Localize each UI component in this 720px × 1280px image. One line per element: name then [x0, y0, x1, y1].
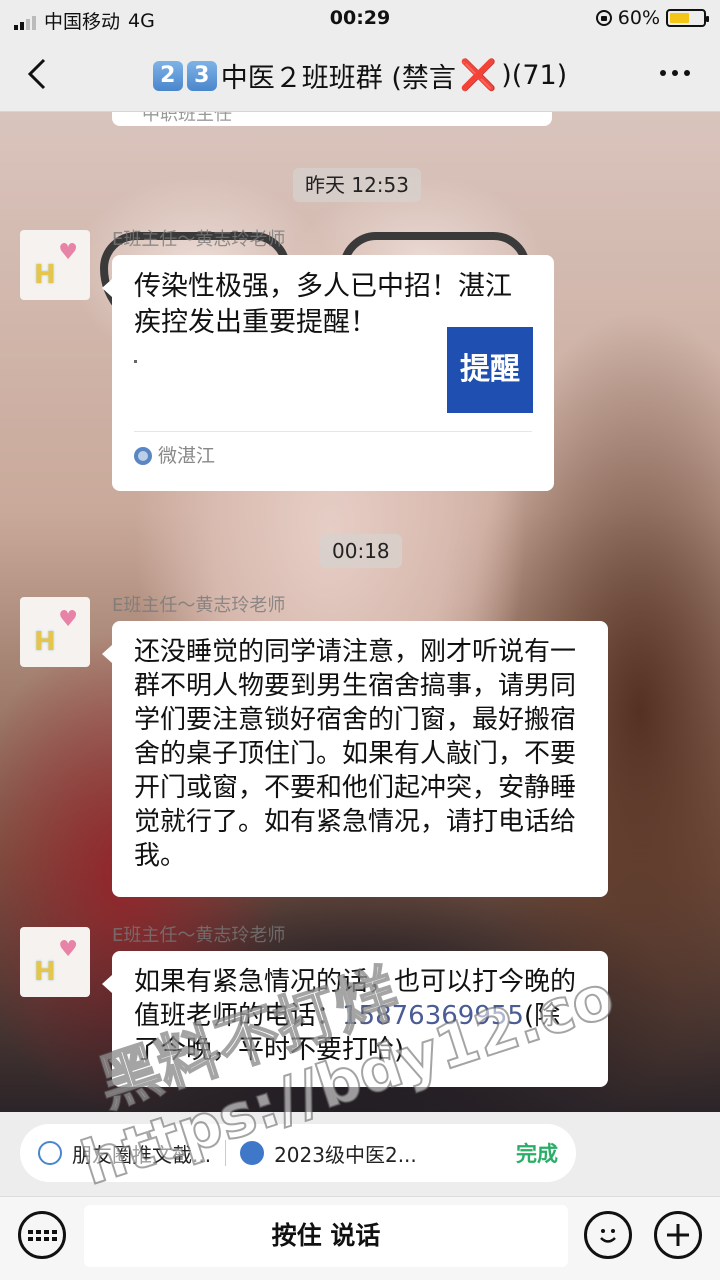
keycap-badge-2: 2	[152, 60, 183, 91]
status-bar: 中国移动 4G 00:29 60%	[0, 0, 720, 40]
timestamp-pill: 00:18	[320, 534, 402, 568]
card-divider	[134, 431, 532, 432]
battery-percent: 60%	[617, 7, 660, 29]
message-text: 还没睡觉的同学请注意，刚才听说有一群不明人物要到男生宿舍搞事，请男同学们要注意锁…	[134, 637, 577, 871]
more-functions-button[interactable]	[654, 1211, 702, 1259]
selection-bar: 朋友圈推文截... 2023级中医2... 完成	[0, 1112, 720, 1196]
back-button[interactable]	[20, 54, 60, 94]
hold-to-talk-button[interactable]: 按住 说话	[84, 1205, 568, 1267]
article-card-source: 微湛江	[134, 439, 215, 473]
done-button[interactable]: 完成	[516, 1138, 558, 1168]
keycap-badge-3: 3	[186, 60, 217, 91]
article-card-thumbnail: 提醒	[447, 327, 533, 413]
plus-icon	[667, 1224, 689, 1246]
battery-icon	[666, 9, 709, 27]
input-bar: 按住 说话	[0, 1196, 720, 1280]
sender-avatar[interactable]: ♥ H	[20, 597, 90, 667]
avatar-letter-h-icon: H	[34, 957, 56, 987]
chat-title: 2 3 中医２班班群 (禁言 ❌ )(71)	[80, 56, 640, 95]
more-options-button[interactable]	[660, 70, 690, 76]
text-message[interactable]: 如果有紧急情况的话，也可以打今晚的值班老师的电话：15876369955(除了今…	[102, 951, 608, 1087]
selected-item-label: 朋友圈推文截...	[72, 1142, 212, 1167]
selected-item-group[interactable]: 2023级中医2...	[240, 1139, 417, 1168]
keyboard-icon	[27, 1229, 57, 1241]
moments-icon	[38, 1141, 62, 1165]
emoji-button[interactable]	[584, 1211, 632, 1259]
sender-avatar[interactable]: ♥ H	[20, 230, 90, 300]
keyboard-toggle-button[interactable]	[18, 1211, 66, 1259]
smiley-icon	[600, 1229, 616, 1243]
selected-item-moments[interactable]: 朋友圈推文截...	[38, 1139, 211, 1168]
timestamp-pill: 昨天 12:53	[293, 168, 421, 202]
previous-message-clipped: 中职班主任	[112, 112, 552, 126]
heart-icon: ♥	[58, 607, 78, 632]
heart-icon: ♥	[58, 240, 78, 265]
avatar-letter-h-icon: H	[34, 260, 56, 290]
cross-mark-icon: ❌	[459, 58, 498, 93]
chevron-left-icon	[27, 58, 46, 90]
article-source-name: 微湛江	[158, 445, 216, 467]
avatar-letter-h-icon: H	[34, 627, 56, 657]
selected-item-label: 2023级中医2...	[274, 1142, 417, 1167]
source-logo-icon	[134, 447, 152, 465]
chat-member-count: )(71)	[501, 60, 568, 91]
article-card-message[interactable]: 传染性极强，多人已中招！湛江疾控发出重要提醒！ 提醒 微湛江	[102, 255, 554, 491]
more-dot-icon	[672, 70, 678, 76]
more-dot-icon	[684, 70, 690, 76]
more-dot-icon	[660, 70, 666, 76]
heart-icon: ♥	[58, 937, 78, 962]
article-card-summary-dot	[134, 360, 137, 363]
selection-pill: 朋友圈推文截... 2023级中医2... 完成	[20, 1124, 576, 1182]
group-chat-icon	[240, 1141, 265, 1165]
phone-number-link[interactable]: 15876369955	[342, 1001, 524, 1031]
sender-name: E班主任～黄志玲老师	[112, 925, 286, 946]
sender-avatar[interactable]: ♥ H	[20, 927, 90, 997]
chat-title-text: 中医２班班群 (禁言	[220, 63, 456, 94]
status-right: 60%	[595, 7, 709, 29]
chat-header: 2 3 中医２班班群 (禁言 ❌ )(71)	[0, 40, 720, 112]
rotation-lock-icon	[595, 10, 612, 26]
text-message[interactable]: 还没睡觉的同学请注意，刚才听说有一群不明人物要到男生宿舍搞事，请男同学们要注意锁…	[102, 621, 608, 897]
separator	[225, 1140, 227, 1166]
sender-name: E班主任～黄志玲老师	[112, 229, 286, 250]
sender-name: E班主任～黄志玲老师	[112, 595, 286, 616]
previous-message-text: 中职班主任	[142, 112, 232, 125]
